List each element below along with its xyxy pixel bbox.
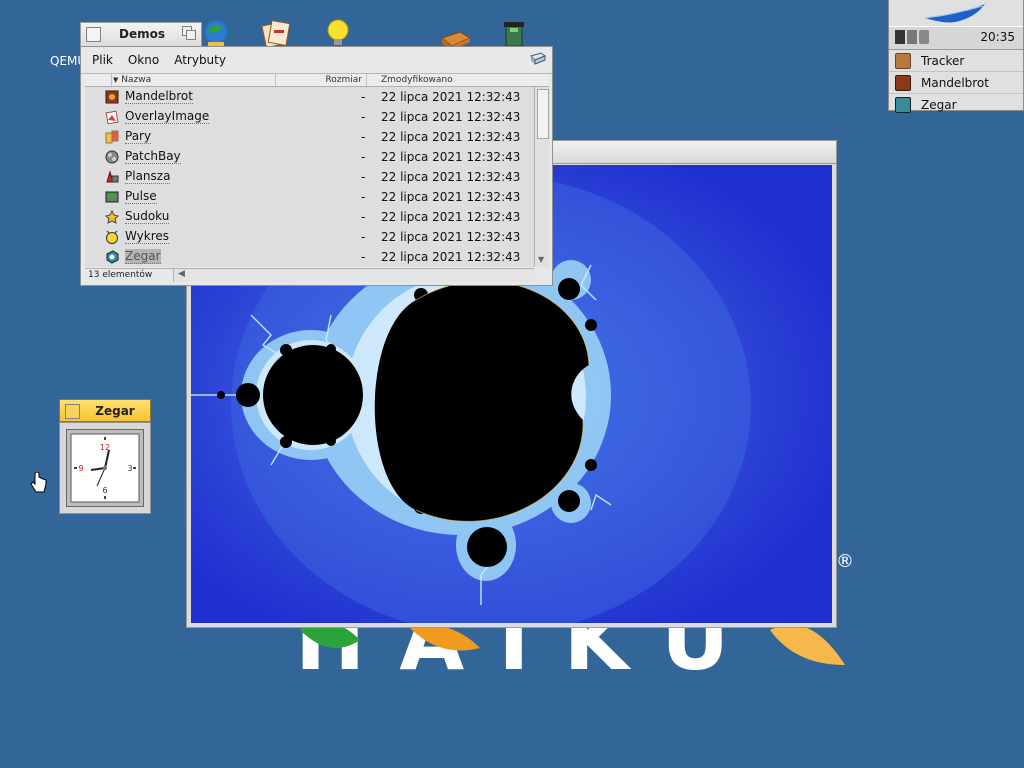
deskbar-app-label: Mandelbrot bbox=[921, 75, 989, 90]
patchbay-app-icon bbox=[105, 150, 119, 164]
demos-window[interactable]: Plik Okno Atrybuty ▼ Nazwa Rozmiar Zmody… bbox=[80, 46, 553, 286]
row-modified: 22 lipca 2021 12:32:43 bbox=[381, 250, 521, 264]
row-size: - bbox=[361, 130, 366, 144]
row-modified: 22 lipca 2021 12:32:43 bbox=[381, 210, 521, 224]
row-modified: 22 lipca 2021 12:32:43 bbox=[381, 190, 521, 204]
zegar-app-icon bbox=[105, 250, 119, 264]
table-row[interactable]: Sudoku - 22 lipca 2021 12:32:43 bbox=[85, 207, 534, 227]
disk-icon[interactable] bbox=[919, 30, 929, 44]
demos-window-tab[interactable]: Demos bbox=[80, 22, 202, 46]
deskbar-app-label: Zegar bbox=[921, 97, 957, 112]
menu-plik[interactable]: Plik bbox=[92, 53, 113, 67]
zegar-icon bbox=[895, 96, 911, 113]
row-modified: 22 lipca 2021 12:32:43 bbox=[381, 150, 521, 164]
scroll-left-arrow-icon[interactable]: ◀ bbox=[178, 269, 185, 279]
deskbar-app-mandelbrot[interactable]: Mandelbrot bbox=[889, 72, 1023, 94]
table-row[interactable]: Zegar - 22 lipca 2021 12:32:43 bbox=[85, 247, 534, 267]
row-modified: 22 lipca 2021 12:32:43 bbox=[381, 170, 521, 184]
row-size: - bbox=[361, 170, 366, 184]
row-modified: 22 lipca 2021 12:32:43 bbox=[381, 230, 521, 244]
wykres-app-icon bbox=[105, 230, 119, 244]
row-name: OverlayImage bbox=[125, 109, 210, 124]
row-modified: 22 lipca 2021 12:32:43 bbox=[381, 110, 521, 124]
zegar-window[interactable]: 12 3 6 9 bbox=[59, 422, 151, 514]
item-count: 13 elementów bbox=[88, 270, 153, 280]
row-name: Sudoku bbox=[125, 209, 170, 224]
table-row[interactable]: Pulse - 22 lipca 2021 12:32:43 bbox=[85, 187, 534, 207]
horizontal-scrollbar[interactable]: ◀ bbox=[173, 269, 535, 282]
row-modified: 22 lipca 2021 12:32:43 bbox=[381, 130, 521, 144]
deskbar-clock[interactable]: 20:35 bbox=[980, 30, 1015, 44]
demos-zoom-button[interactable] bbox=[182, 26, 196, 40]
row-size: - bbox=[361, 90, 366, 104]
plansza-app-icon bbox=[105, 170, 119, 184]
sudoku-app-icon bbox=[105, 209, 119, 224]
clock-numeral-6: 6 bbox=[102, 486, 107, 495]
clock-numeral-3: 3 bbox=[127, 464, 132, 473]
column-header-modified[interactable]: Zmodyfikowano bbox=[381, 74, 541, 86]
network-icon[interactable] bbox=[907, 30, 917, 44]
row-name: Pulse bbox=[125, 189, 157, 204]
row-size: - bbox=[361, 230, 366, 244]
demos-close-button[interactable] bbox=[86, 27, 101, 42]
sort-arrow-icon: ▼ bbox=[113, 76, 119, 84]
row-modified: 22 lipca 2021 12:32:43 bbox=[381, 90, 521, 104]
vertical-scrollbar-thumb[interactable] bbox=[537, 89, 549, 139]
row-size: - bbox=[361, 110, 366, 124]
zegar-close-button[interactable] bbox=[65, 404, 80, 419]
row-size: - bbox=[361, 250, 366, 264]
row-size: - bbox=[361, 210, 366, 224]
table-row[interactable]: OverlayImage - 22 lipca 2021 12:32:43 bbox=[85, 107, 534, 127]
registered-mark: ® bbox=[836, 551, 854, 572]
overlayimage-app-icon bbox=[105, 110, 119, 125]
menu-atrybuty[interactable]: Atrybuty bbox=[174, 53, 226, 67]
column-name-label: Nazwa bbox=[121, 75, 152, 85]
deskbar-tray: 20:35 bbox=[889, 26, 1023, 50]
row-name: Plansza bbox=[125, 169, 171, 184]
demos-window-title: Demos bbox=[119, 27, 165, 41]
table-row[interactable]: Wykres - 22 lipca 2021 12:32:43 bbox=[85, 227, 534, 247]
scroll-down-arrow-icon[interactable]: ▼ bbox=[538, 255, 544, 264]
deskbar-app-zegar[interactable]: Zegar bbox=[889, 94, 1023, 115]
hand-cursor-icon bbox=[30, 471, 48, 494]
pary-app-icon bbox=[105, 130, 119, 144]
row-name: PatchBay bbox=[125, 149, 181, 164]
row-name: Zegar bbox=[125, 249, 161, 264]
haiku-leaf-icon bbox=[924, 4, 985, 23]
table-row[interactable]: Plansza - 22 lipca 2021 12:32:43 bbox=[85, 167, 534, 187]
deskbar-menu-button[interactable] bbox=[889, 0, 1023, 26]
mandelbrot-app-icon bbox=[105, 90, 119, 104]
tray-icons bbox=[895, 30, 929, 44]
row-size: - bbox=[361, 150, 366, 164]
column-header: ▼ Nazwa Rozmiar Zmodyfikowano bbox=[85, 74, 549, 87]
row-name: Pary bbox=[125, 129, 152, 144]
column-header-icon-spacer bbox=[85, 74, 112, 86]
demos-menubar: Plik Okno Atrybuty bbox=[81, 47, 552, 74]
mandelbrot-icon bbox=[895, 74, 911, 91]
view-mode-icon[interactable] bbox=[530, 52, 547, 66]
row-size: - bbox=[361, 190, 366, 204]
zegar-window-tab[interactable]: Zegar bbox=[59, 399, 151, 422]
column-header-name[interactable]: ▼ Nazwa bbox=[113, 74, 276, 86]
table-row[interactable]: Mandelbrot - 22 lipca 2021 12:32:43 bbox=[85, 87, 534, 107]
status-bar: 13 elementów ◀ bbox=[85, 268, 535, 283]
row-name: Wykres bbox=[125, 229, 170, 244]
clock-face: 12 3 6 9 bbox=[66, 429, 144, 507]
deskbar-app-tracker[interactable]: Tracker bbox=[889, 50, 1023, 72]
table-row[interactable]: Pary - 22 lipca 2021 12:32:43 bbox=[85, 127, 534, 147]
row-name: Mandelbrot bbox=[125, 89, 193, 104]
vertical-scrollbar[interactable]: ▼ bbox=[534, 87, 550, 267]
table-row[interactable]: PatchBay - 22 lipca 2021 12:32:43 bbox=[85, 147, 534, 167]
zegar-window-title: Zegar bbox=[95, 404, 135, 418]
deskbar-app-label: Tracker bbox=[921, 53, 965, 68]
menu-okno[interactable]: Okno bbox=[128, 53, 159, 67]
file-list[interactable]: Mandelbrot - 22 lipca 2021 12:32:43 Over… bbox=[85, 87, 534, 267]
deskbar: 20:35 Tracker Mandelbrot Zegar bbox=[888, 0, 1024, 113]
column-header-size[interactable]: Rozmiar bbox=[277, 74, 367, 86]
pulse-app-icon bbox=[105, 190, 119, 204]
clock-numeral-9: 9 bbox=[78, 464, 83, 473]
tracker-icon bbox=[895, 52, 911, 69]
process-monitor-icon[interactable] bbox=[895, 30, 905, 44]
